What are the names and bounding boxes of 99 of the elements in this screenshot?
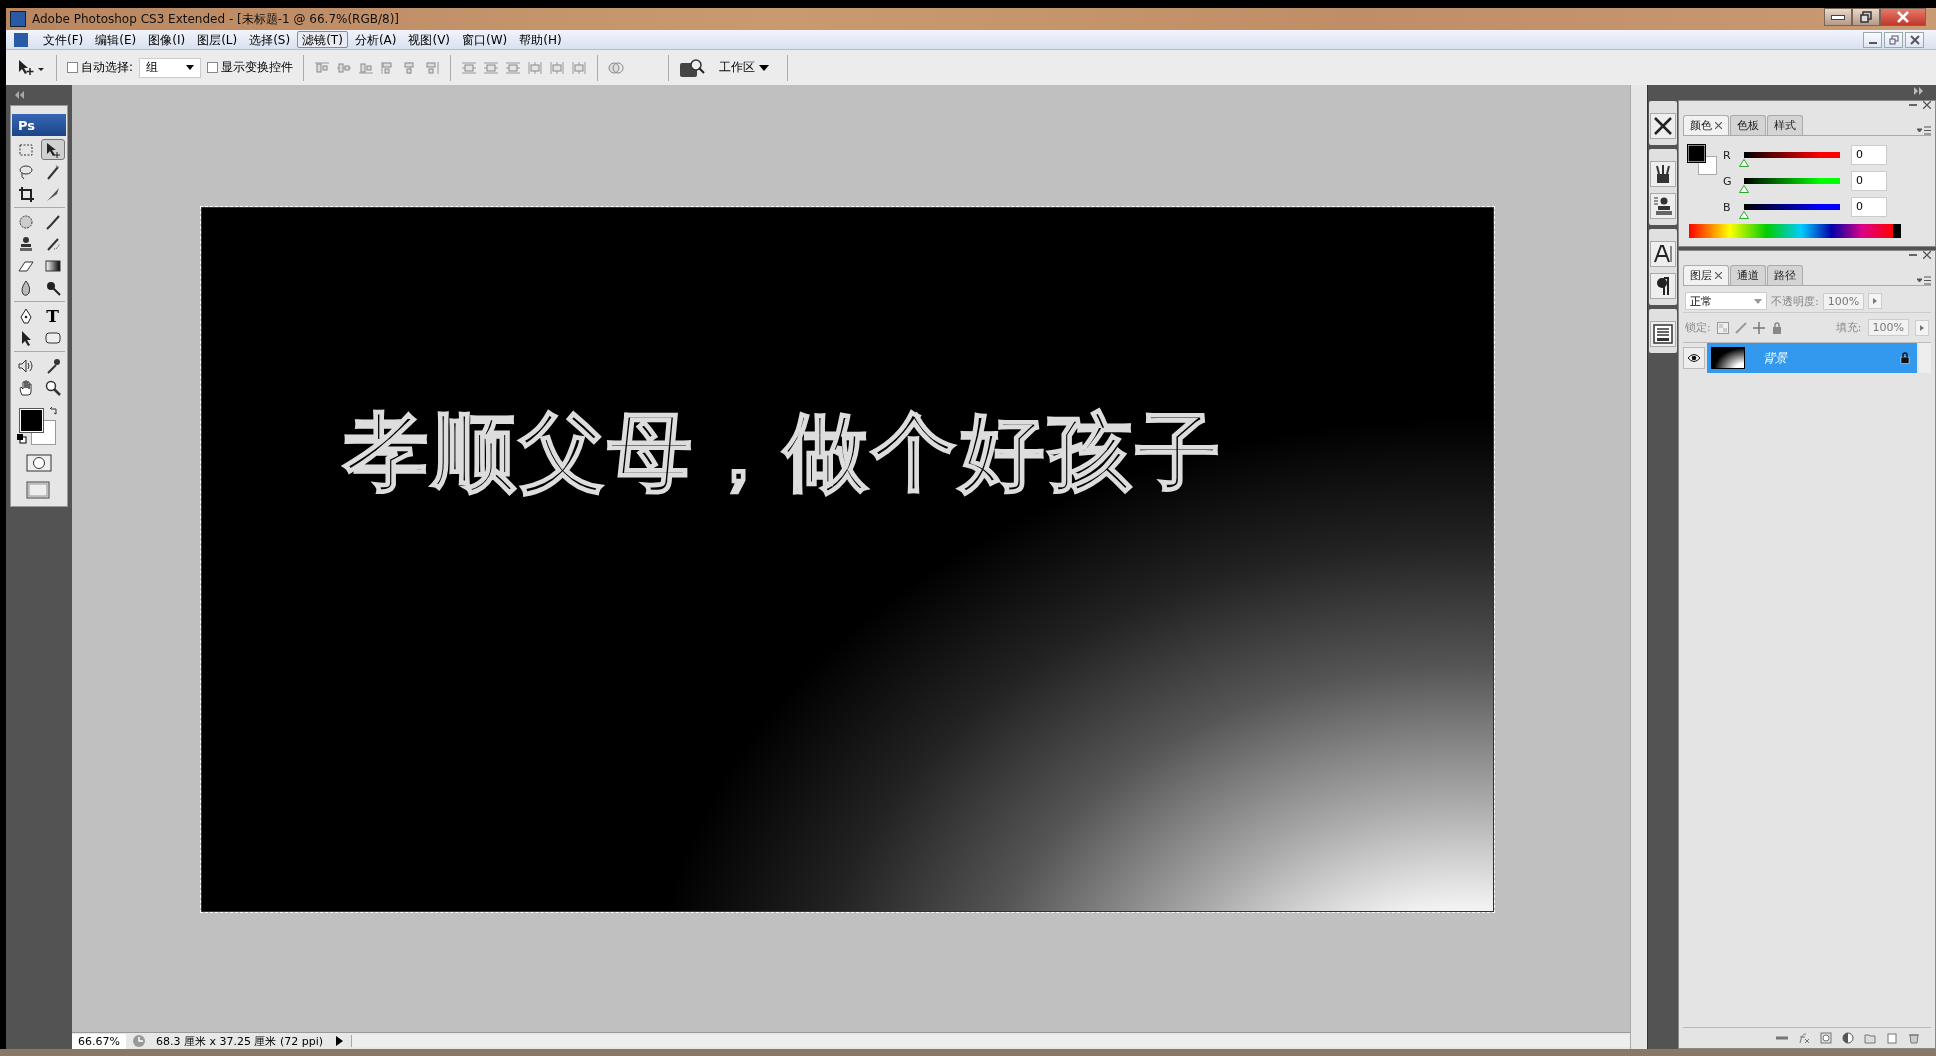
swap-icon[interactable] [49, 406, 59, 416]
opacity-slider-button[interactable] [1868, 293, 1883, 309]
layer-comps-icon[interactable] [1650, 321, 1676, 347]
close-icon[interactable] [1923, 251, 1931, 259]
minimize-button[interactable] [1863, 31, 1882, 48]
ps-logo: Ps [12, 114, 66, 136]
fill-slider-button[interactable] [1915, 319, 1929, 336]
dropdown[interactable]: 组 [139, 57, 202, 78]
panel-tab[interactable]: 色板 [1730, 115, 1766, 135]
mask-icon[interactable] [1819, 1032, 1833, 1044]
menu-item[interactable]: 图层(L) [192, 31, 243, 48]
restore-icon [1860, 11, 1872, 23]
menu-item[interactable]: 窗口(W) [457, 31, 513, 48]
checkbox[interactable] [207, 62, 219, 73]
close-icon [1909, 34, 1920, 45]
checkbox-label: 显示变换控件 [221, 59, 294, 76]
slider-thumb[interactable] [1739, 210, 1749, 219]
vertical-scrollbar[interactable] [1630, 85, 1647, 1049]
tools-icon[interactable] [1650, 113, 1676, 139]
menu-item[interactable]: 分析(A) [349, 31, 402, 48]
menu-item[interactable]: 帮助(H) [514, 31, 567, 48]
channel-value-field[interactable]: 0 [1851, 171, 1887, 191]
color-swatches-icon[interactable] [19, 408, 57, 446]
restore-icon [1888, 34, 1899, 45]
close-icon [1896, 11, 1910, 23]
window-title: Adobe Photoshop CS3 Extended - [未标题-1 @ 66.7%(RGB/8)] [32, 10, 400, 28]
close-icon[interactable] [1715, 272, 1722, 279]
fill-field[interactable]: 100% [1867, 319, 1909, 336]
bridge-icon[interactable] [679, 57, 705, 78]
caret-icon [1754, 298, 1762, 304]
restore-button[interactable] [1852, 8, 1880, 26]
color-slider-track[interactable] [1744, 203, 1840, 210]
lock-icon[interactable] [1770, 321, 1783, 334]
document-info: 68.3 厘米 x 37.25 厘米 (72 ppi) [154, 1033, 325, 1049]
app-icon [10, 11, 26, 27]
caret-icon [186, 65, 195, 70]
close-icon[interactable] [1715, 122, 1722, 129]
paragraph-icon[interactable] [1650, 273, 1676, 299]
default-colors-icon[interactable] [17, 434, 27, 444]
channel-value-field[interactable]: 0 [1851, 145, 1887, 165]
opacity-label: 不透明度: [1771, 293, 1819, 309]
panel-menu-icon[interactable] [1917, 126, 1931, 135]
quick-mask-icon[interactable] [26, 454, 52, 472]
color-slider-track[interactable] [1744, 177, 1840, 184]
brushes-icon[interactable] [1650, 161, 1676, 187]
menu-item[interactable]: 图像(I) [143, 31, 191, 48]
menu-item[interactable]: 文件(F) [38, 31, 89, 48]
channel-value-field[interactable]: 0 [1851, 197, 1887, 217]
panel-tab[interactable]: 路径 [1767, 265, 1803, 285]
effects-icon[interactable] [1797, 1032, 1811, 1044]
layers-scrollbar[interactable] [1919, 343, 1931, 373]
slider-thumb[interactable] [1739, 158, 1749, 167]
opacity-field[interactable]: 100% [1822, 292, 1865, 310]
workspace-menu[interactable]: 工作区 [711, 59, 777, 76]
visibility-toggle[interactable] [1683, 347, 1705, 369]
checkbox[interactable] [67, 62, 78, 73]
slider-thumb[interactable] [1739, 184, 1749, 193]
fill-label: 填充: [1835, 320, 1862, 335]
stamp-icon[interactable] [1650, 193, 1676, 219]
character-icon[interactable] [1650, 241, 1676, 267]
arrow-icon [1873, 298, 1878, 304]
minimize-icon [1868, 42, 1877, 44]
caret-icon [759, 64, 769, 71]
type-tool[interactable]: T [40, 305, 65, 326]
panel-menu-icon[interactable] [1917, 276, 1931, 285]
layer-thumbnail [1711, 347, 1745, 369]
panel-tab[interactable]: 颜色 [1683, 115, 1729, 135]
half-circle-icon[interactable] [1841, 1032, 1855, 1044]
channel-label: R [1723, 148, 1732, 162]
document-icon [14, 32, 28, 47]
channel-label: B [1723, 200, 1732, 214]
new-layer-icon[interactable] [1885, 1032, 1899, 1044]
menu-item[interactable]: 选择(S) [244, 31, 296, 48]
channel-label: G [1723, 174, 1733, 188]
close-icon[interactable] [1923, 101, 1931, 109]
menu-item[interactable]: 滤镜(T) [297, 31, 348, 48]
screen-mode-icon[interactable] [26, 480, 52, 500]
panel-tab[interactable]: 通道 [1730, 265, 1766, 285]
checkbox-label: 自动选择: [81, 59, 134, 76]
trash-icon[interactable] [1907, 1032, 1921, 1044]
close-button[interactable] [1880, 8, 1926, 26]
arrow-icon [1920, 324, 1924, 331]
color-spectrum[interactable] [1689, 224, 1901, 238]
zoom-field[interactable]: 66.67% [72, 1033, 126, 1049]
panel-tab[interactable]: 图层 [1683, 265, 1729, 285]
checkerboard-icon[interactable] [1716, 321, 1729, 334]
blend-mode-dropdown[interactable]: 正常 [1685, 292, 1767, 310]
move-icon[interactable] [40, 139, 65, 160]
minimize-button[interactable] [1824, 8, 1852, 26]
color-swatches-icon[interactable] [1687, 144, 1717, 176]
restore-button[interactable] [1884, 31, 1903, 48]
panel-tab[interactable]: 样式 [1767, 115, 1803, 135]
move-tool-icon[interactable] [16, 57, 46, 78]
color-slider-track[interactable] [1744, 151, 1840, 158]
eye-icon [1687, 353, 1701, 363]
close-button[interactable] [1905, 31, 1924, 48]
menu-item[interactable]: 编辑(E) [90, 31, 142, 48]
menu-item[interactable]: 视图(V) [403, 31, 456, 48]
lock-label: 锁定: [1685, 320, 1711, 335]
